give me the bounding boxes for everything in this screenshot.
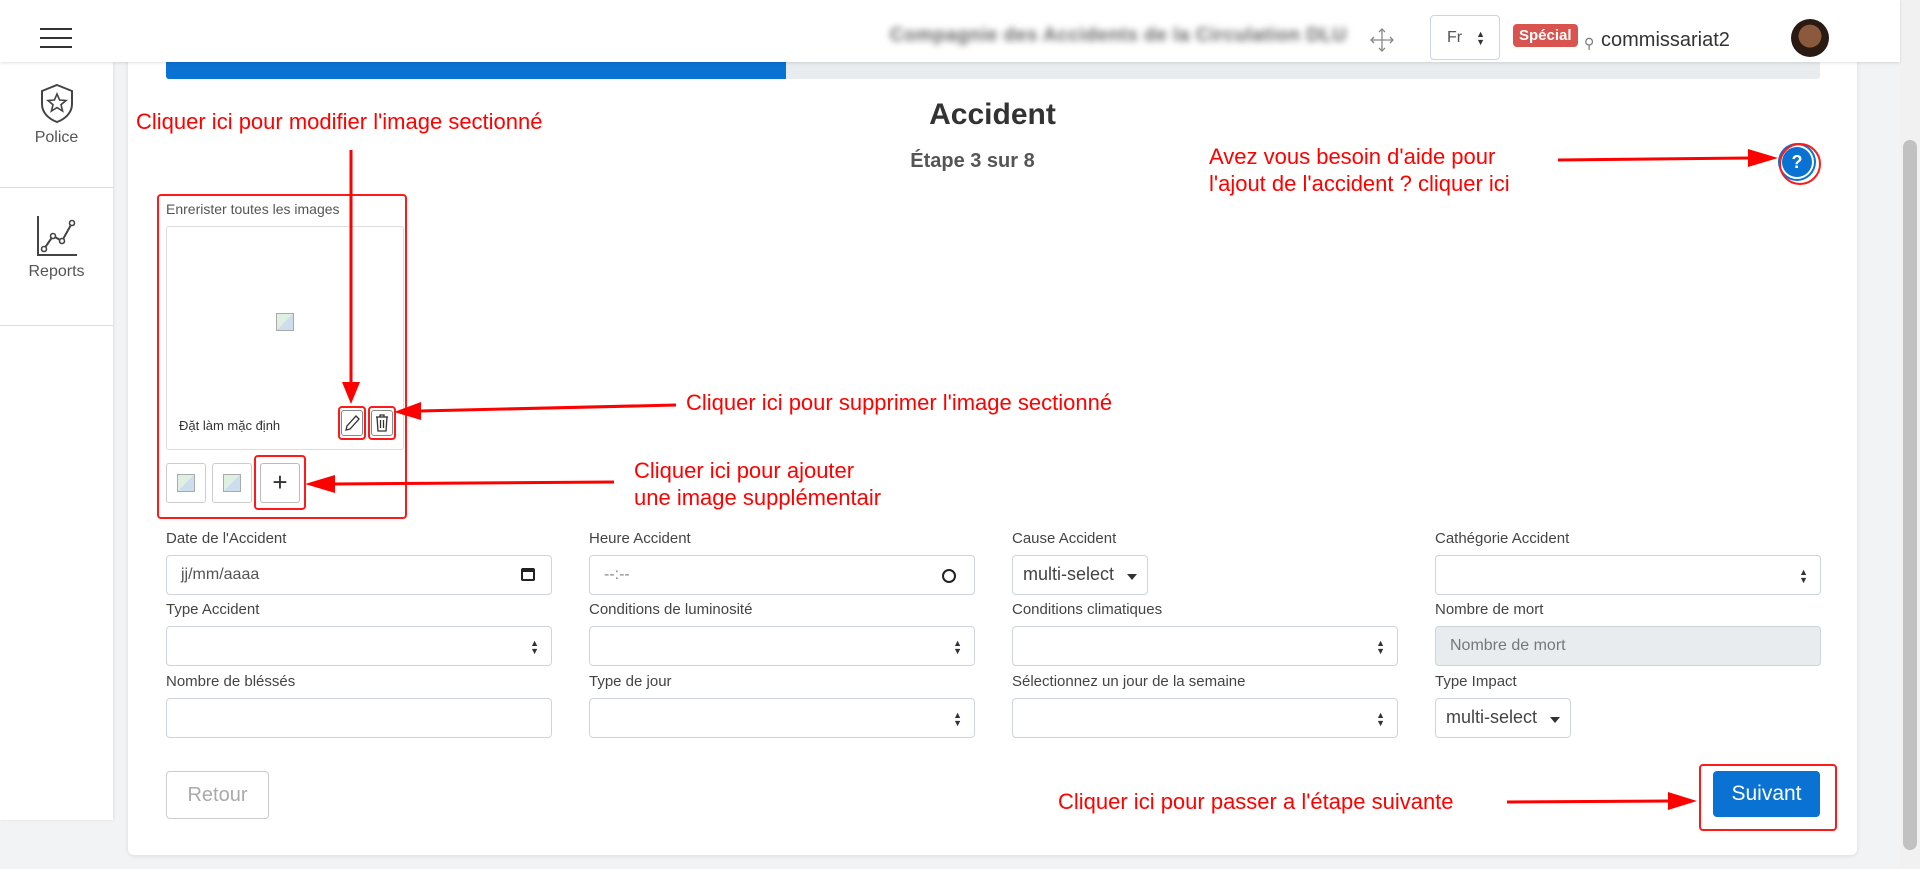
select-arrows-icon: ▲ ▼ [953,638,962,656]
luminosite-select[interactable]: ▲ ▼ [589,626,975,666]
blesses-label: Nombre de bléssés [166,673,296,690]
move-arrows-icon[interactable] [1369,27,1395,53]
blesses-input[interactable] [166,698,552,738]
edit-highlight-box [338,406,366,440]
sidebar-item-reports[interactable]: Reports [0,214,113,281]
sidebar: Police Reports [0,62,113,820]
sidebar-item-label: Reports [28,263,85,280]
line-chart-icon [36,216,77,256]
caret-down-icon [1550,717,1560,723]
type-select[interactable]: ▲ ▼ [166,626,552,666]
luminosite-label: Conditions de luminosité [589,601,753,618]
clock-icon[interactable] [942,569,956,583]
date-label: Date de l'Accident [166,530,287,547]
impact-multiselect[interactable]: multi-select [1435,698,1571,738]
cause-multiselect[interactable]: multi-select [1012,555,1148,595]
user-icon: ⚲ [1584,35,1595,51]
select-arrows-icon: ▲ ▼ [1476,29,1485,47]
company-name: Compagnie des Accidents de la Circulatio… [890,25,1347,46]
date-placeholder: jj/mm/aaaa [181,566,260,583]
hamburger-menu-icon[interactable] [40,28,72,48]
impact-label: Type Impact [1435,673,1517,690]
calendar-icon[interactable] [521,568,535,581]
scrollbar-thumb[interactable] [1903,140,1917,850]
special-badge: Spécial [1513,24,1578,47]
cause-label: Cause Accident [1012,530,1117,547]
suivant-highlight-box [1699,764,1837,831]
top-navbar: Compagnie des Accidents de la Circulatio… [0,0,1900,62]
heure-input[interactable]: --:-- [589,555,975,595]
caret-down-icon [1127,574,1137,580]
morts-label: Nombre de mort [1435,601,1544,618]
heure-label: Heure Accident [589,530,691,547]
annotation-add-line1: Cliquer ici pour ajouter [634,458,855,483]
sidebar-divider [0,187,113,188]
language-select[interactable]: Fr ▲ ▼ [1430,15,1500,60]
date-input[interactable]: jj/mm/aaaa [166,555,552,595]
add-highlight-box [254,455,306,510]
annotation-delete: Cliquer ici pour supprimer l'image secti… [686,390,1113,415]
select-arrows-icon: ▲ ▼ [1376,710,1385,728]
annotation-help-line2: l'ajout de l'accident ? cliquer ici [1209,171,1510,196]
impact-value: multi-select [1446,707,1538,727]
annotation-next: Cliquer ici pour passer a l'étape suivan… [1058,789,1454,814]
cause-value: multi-select [1023,564,1115,584]
select-arrows-icon: ▲ ▼ [1799,567,1808,585]
type-label: Type Accident [166,601,260,618]
avatar[interactable] [1791,19,1829,57]
jour-type-label: Type de jour [589,673,672,690]
jour-semaine-label: Sélectionnez un jour de la semaine [1012,673,1246,690]
morts-input: Nombre de mort [1435,626,1821,666]
username[interactable]: commissariat2 [1601,29,1730,52]
sidebar-divider [0,325,113,326]
help-highlight-circle [1779,143,1821,185]
select-arrows-icon: ▲ ▼ [953,710,962,728]
heure-placeholder: --:-- [604,566,630,583]
select-arrows-icon: ▲ ▼ [530,638,539,656]
climat-select[interactable]: ▲ ▼ [1012,626,1398,666]
categorie-label: Cathégorie Accident [1435,530,1570,547]
retour-button[interactable]: Retour [166,771,269,819]
annotation-add-line2: une image supplémentair [634,485,882,510]
select-arrows-icon: ▲ ▼ [1376,638,1385,656]
categorie-select[interactable]: ▲ ▼ [1435,555,1821,595]
annotation-edit: Cliquer ici pour modifier l'image sectio… [136,109,543,134]
morts-placeholder: Nombre de mort [1450,637,1566,654]
climat-label: Conditions climatiques [1012,601,1163,618]
annotation-help-line1: Avez vous besoin d'aide pour [1209,144,1496,169]
jour-type-select[interactable]: ▲ ▼ [589,698,975,738]
page-scrollbar[interactable] [1900,0,1920,869]
language-value: Fr [1447,29,1463,46]
delete-highlight-box [368,406,396,440]
jour-semaine-select[interactable]: ▲ ▼ [1012,698,1398,738]
step-indicator: Étape 3 sur 8 [910,150,1035,172]
